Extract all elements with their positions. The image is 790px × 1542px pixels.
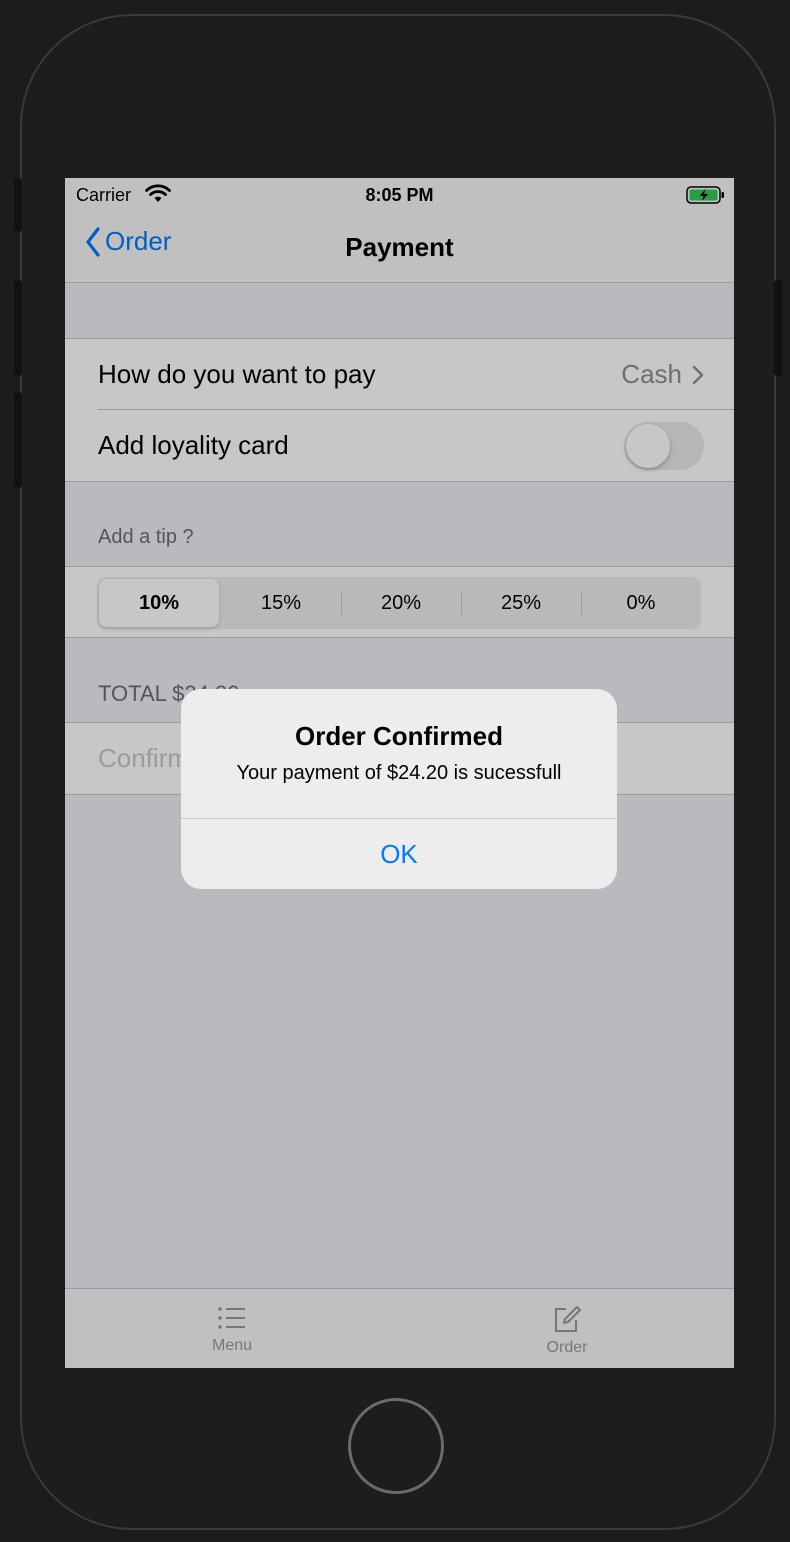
volume-down-button (14, 392, 22, 488)
mute-switch (14, 178, 22, 232)
app-screen: Carrier 8:05 PM Order Payment How do you… (65, 178, 734, 1368)
alert-title: Order Confirmed (294, 721, 504, 751)
home-button[interactable] (348, 1398, 444, 1494)
alert-ok-button[interactable]: OK (181, 819, 617, 889)
volume-up-button (14, 280, 22, 376)
power-button (774, 280, 782, 376)
order-confirmed-alert: Order Confirmed Your payment of $24.20 i… (181, 689, 617, 889)
alert-message: Your payment of $24.20 is sucessfull (236, 762, 562, 784)
